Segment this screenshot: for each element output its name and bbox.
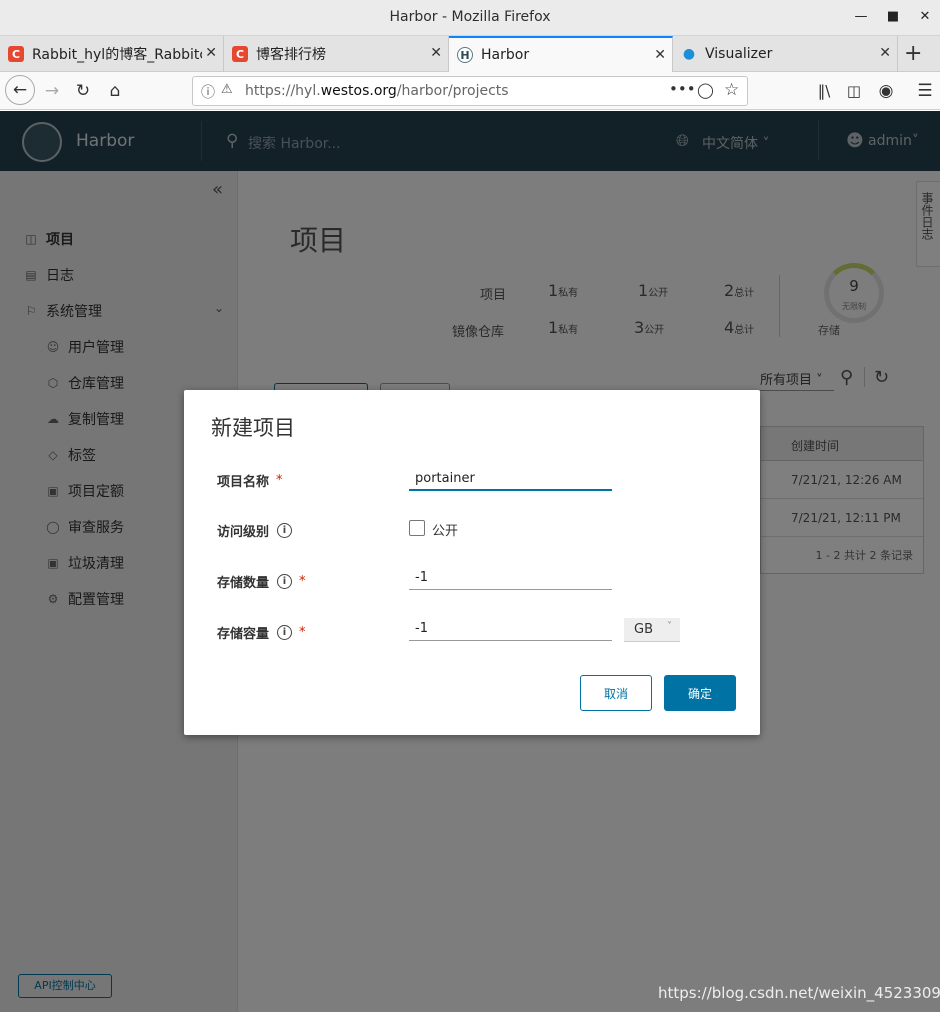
info-icon[interactable]: ⓘ	[201, 82, 215, 102]
cancel-button[interactable]: 取消	[580, 675, 652, 711]
navigation-bar: ← → ↻ ⌂ ⓘ ⚠ https://hyl.westos.org/harbo…	[0, 72, 940, 110]
storage-quota-label: 存储容量 i *	[217, 625, 306, 642]
close-tab-icon[interactable]: ✕	[654, 47, 666, 63]
pocket-icon[interactable]: ◯	[697, 81, 714, 99]
menu-icon[interactable]: ☰	[913, 79, 937, 103]
public-checkbox[interactable]	[409, 520, 425, 536]
harbor-favicon-icon: H	[457, 47, 473, 63]
info-icon[interactable]: i	[277, 574, 293, 589]
info-icon[interactable]: i	[277, 523, 293, 538]
csdn-favicon-icon: C	[232, 46, 248, 62]
tab-rabbit-blog[interactable]: C Rabbit_hyl的博客_Rabbitc ✕	[0, 36, 224, 72]
bookmark-star-icon[interactable]: ☆	[724, 80, 739, 100]
tab-bar: C Rabbit_hyl的博客_Rabbitc ✕ C 博客排行榜 ✕ H Ha…	[0, 36, 940, 72]
home-icon[interactable]: ⌂	[103, 79, 127, 103]
tab-label: 博客排行榜	[256, 47, 326, 63]
tab-harbor[interactable]: H Harbor ✕	[449, 36, 673, 72]
close-tab-icon[interactable]: ✕	[205, 45, 217, 61]
close-tab-icon[interactable]: ✕	[879, 45, 891, 61]
tab-visualizer[interactable]: ● Visualizer ✕	[673, 36, 898, 72]
ok-button[interactable]: 确定	[664, 675, 736, 711]
info-icon[interactable]: i	[277, 625, 293, 640]
watermark: https://blog.csdn.net/weixin_45233090	[658, 984, 940, 1002]
project-name-input[interactable]	[409, 467, 612, 491]
count-quota-label: 存储数量 i *	[217, 574, 306, 591]
back-icon[interactable]: ←	[5, 75, 35, 105]
forward-icon[interactable]: →	[40, 79, 64, 103]
public-checkbox-label[interactable]: 公开	[432, 520, 458, 539]
storage-quota-input[interactable]	[409, 617, 612, 641]
required-marker: *	[299, 625, 306, 640]
csdn-favicon-icon: C	[8, 46, 24, 62]
url-bar[interactable]: ⓘ ⚠ https://hyl.westos.org/harbor/projec…	[192, 76, 748, 106]
required-marker: *	[299, 574, 306, 589]
url-text: https://hyl.westos.org/harbor/projects	[245, 83, 509, 99]
chevron-down-icon: ˅	[667, 621, 672, 632]
tab-blog-ranking[interactable]: C 博客排行榜 ✕	[224, 36, 449, 72]
required-marker: *	[276, 473, 283, 488]
access-level-label: 访问级别 i	[217, 521, 293, 540]
insecure-lock-icon[interactable]: ⚠	[221, 82, 233, 97]
window-title: Harbor - Mozilla Firefox	[389, 9, 551, 25]
reload-icon[interactable]: ↻	[71, 79, 95, 103]
account-icon[interactable]: ◉	[874, 79, 898, 103]
sidebar-toggle-icon[interactable]: ◫	[842, 79, 866, 103]
tab-label: Visualizer	[705, 46, 773, 62]
tab-label: Harbor	[481, 47, 530, 63]
close-tab-icon[interactable]: ✕	[430, 45, 442, 61]
project-name-label: 项目名称 *	[217, 473, 283, 490]
close-window-icon[interactable]: ✕	[916, 8, 934, 26]
maximize-icon[interactable]: ■	[884, 8, 902, 26]
docker-favicon-icon: ●	[682, 46, 696, 62]
library-icon[interactable]: ‖\	[812, 79, 836, 103]
tab-label: Rabbit_hyl的博客_Rabbitc	[32, 47, 202, 63]
page-actions-icon[interactable]: •••	[669, 80, 696, 98]
new-tab-icon[interactable]: +	[904, 41, 922, 66]
storage-unit-select[interactable]: GB ˅	[624, 618, 680, 642]
new-project-dialog: 新建项目 项目名称* 访问级别i 公开 存储数量i* 存储容量i* GB˅ 取消…	[184, 390, 760, 735]
minimize-icon[interactable]: —	[852, 8, 870, 26]
count-quota-input[interactable]	[409, 566, 612, 590]
dialog-title: 新建项目	[211, 416, 295, 440]
window-titlebar: Harbor - Mozilla Firefox — ■ ✕	[0, 0, 940, 36]
